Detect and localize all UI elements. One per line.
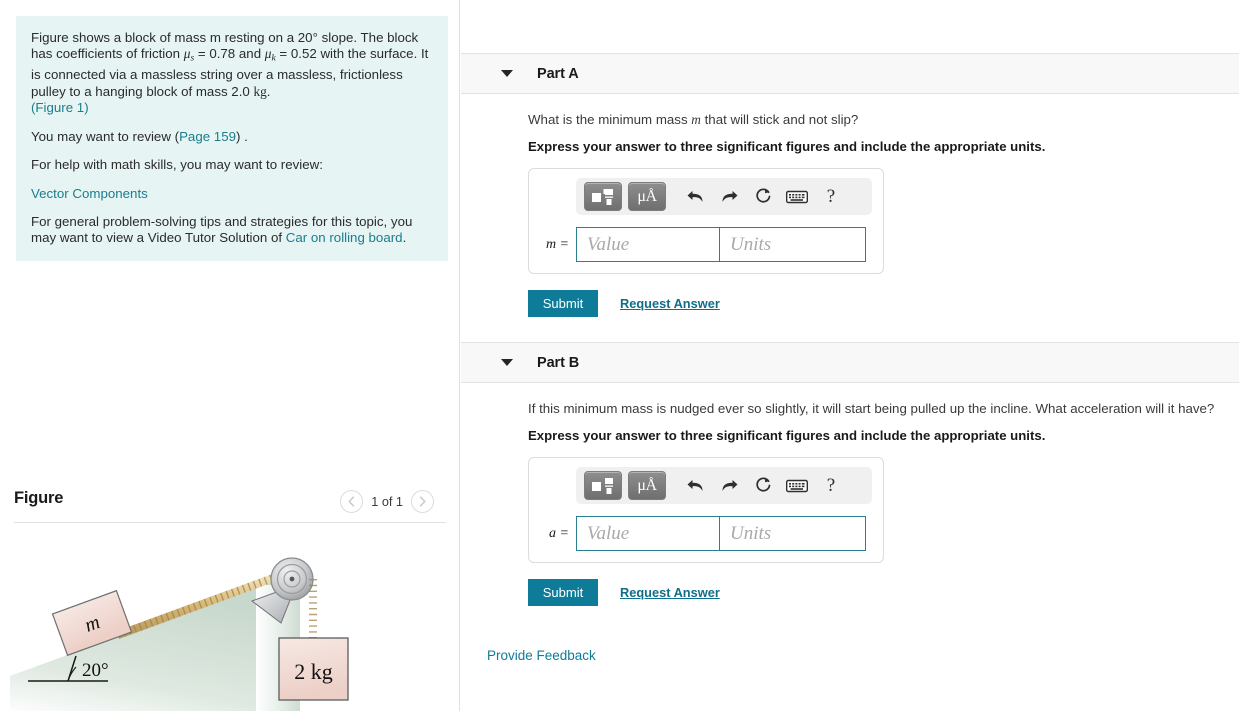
figure-title: Figure bbox=[14, 489, 64, 507]
figure-page-label: 1 of 1 bbox=[371, 494, 403, 509]
part-a-units-input[interactable] bbox=[720, 227, 866, 262]
math-template-icon[interactable] bbox=[584, 471, 622, 500]
part-b-submit-button[interactable]: Submit bbox=[528, 579, 598, 606]
part-a-question-variable: m bbox=[691, 112, 701, 127]
provide-feedback-link[interactable]: Provide Feedback bbox=[487, 648, 596, 663]
undo-arrow-icon[interactable] bbox=[680, 471, 710, 500]
incline-surface bbox=[10, 580, 272, 711]
reset-circle-icon[interactable] bbox=[748, 471, 778, 500]
pulley bbox=[270, 557, 314, 601]
part-b-answer-row: a = bbox=[539, 516, 873, 551]
redo-arrow-icon[interactable] bbox=[714, 182, 744, 211]
figure-diagram[interactable]: 20° m 2 kg bbox=[0, 523, 460, 711]
part-b-title: Part B bbox=[537, 354, 580, 371]
redo-arrow-icon[interactable] bbox=[714, 471, 744, 500]
mu-s-value-text: = 0.78 and bbox=[194, 46, 265, 62]
units-mu-angstrom-icon[interactable]: μÅ bbox=[628, 471, 666, 500]
part-a-instruction: Express your answer to three significant… bbox=[528, 139, 1046, 154]
math-skills-paragraph: For help with math skills, you may want … bbox=[31, 157, 323, 173]
figure-pager: 1 of 1 bbox=[340, 490, 434, 513]
part-b-answer-label: a = bbox=[549, 525, 569, 541]
reset-circle-icon[interactable] bbox=[748, 182, 778, 211]
part-a-header[interactable]: Part A bbox=[461, 53, 1239, 94]
part-b-units-input[interactable] bbox=[720, 516, 866, 551]
chevron-left-icon bbox=[347, 496, 356, 507]
part-a-question-post: that will stick and not slip? bbox=[700, 112, 859, 127]
kg-unit-label: kg bbox=[253, 83, 267, 99]
figure-header: Figure 1 of 1 bbox=[14, 486, 446, 520]
tips-paragraph: For general problem-solving tips and str… bbox=[31, 214, 432, 247]
undo-arrow-icon[interactable] bbox=[680, 182, 710, 211]
keyboard-icon[interactable] bbox=[782, 471, 812, 500]
tips-suffix-text: . bbox=[402, 230, 407, 246]
problem-text-part1: Figure shows a block of mass m resting o… bbox=[31, 30, 313, 45]
vector-components-link[interactable]: Vector Components bbox=[31, 186, 148, 201]
part-a-answer-label: m = bbox=[545, 236, 569, 252]
block-2kg: 2 kg bbox=[278, 637, 349, 701]
incline-pulley-diagram: 20° m 2 kg bbox=[10, 557, 349, 711]
problem-paragraph-main: Figure shows a block of mass m resting o… bbox=[31, 30, 432, 117]
part-a-submit-button[interactable]: Submit bbox=[528, 290, 598, 317]
part-a-actions: Submit Request Answer bbox=[528, 290, 1239, 317]
part-b-body: If this minimum mass is nudged ever so s… bbox=[461, 400, 1239, 606]
part-b-request-answer-link[interactable]: Request Answer bbox=[620, 585, 720, 600]
part-b-instruction: Express your answer to three significant… bbox=[528, 428, 1046, 443]
problem-text-end: . bbox=[266, 83, 271, 99]
help-question-icon[interactable]: ? bbox=[816, 471, 846, 500]
figure-section: Figure 1 of 1 20° m 2 kg bbox=[0, 486, 460, 711]
caret-down-icon[interactable] bbox=[501, 359, 513, 366]
part-a-section: Part A What is the minimum mass m that w… bbox=[461, 53, 1239, 317]
part-b-value-input[interactable] bbox=[576, 516, 720, 551]
part-a-request-answer-link[interactable]: Request Answer bbox=[620, 296, 720, 311]
review-suffix-text: ) . bbox=[236, 128, 248, 144]
part-b-answer-widget: μÅ ? a = Value Units bbox=[528, 457, 884, 563]
review-paragraph: You may want to review (Page 159) . bbox=[31, 129, 432, 145]
figure-next-button[interactable] bbox=[411, 490, 434, 513]
part-b-toolbar: μÅ ? bbox=[576, 467, 872, 504]
car-on-rolling-board-link[interactable]: Car on rolling board bbox=[286, 230, 403, 245]
caret-down-icon[interactable] bbox=[501, 70, 513, 77]
part-b-actions: Submit Request Answer bbox=[528, 579, 1239, 606]
pulley-axle bbox=[289, 576, 295, 582]
review-prefix-text: You may want to review ( bbox=[31, 128, 180, 144]
chevron-right-icon bbox=[418, 496, 427, 507]
part-b-header[interactable]: Part B bbox=[461, 342, 1239, 383]
part-a-value-input[interactable] bbox=[576, 227, 720, 262]
part-b-question: If this minimum mass is nudged ever so s… bbox=[528, 401, 1215, 416]
part-a-question: What is the minimum mass m that will sti… bbox=[528, 111, 1239, 128]
part-a-answer-row: m = bbox=[539, 227, 873, 262]
part-a-body: What is the minimum mass m that will sti… bbox=[461, 111, 1239, 317]
part-a-title: Part A bbox=[537, 65, 579, 82]
keyboard-icon[interactable] bbox=[782, 182, 812, 211]
right-panel: Part A What is the minimum mass m that w… bbox=[461, 0, 1239, 711]
part-a-question-pre: What is the minimum mass bbox=[528, 112, 692, 127]
vector-components-paragraph: Vector Components bbox=[31, 186, 432, 202]
part-b-section: Part B If this minimum mass is nudged ev… bbox=[461, 342, 1239, 606]
units-mu-angstrom-icon[interactable]: μÅ bbox=[628, 182, 666, 211]
figure-prev-button[interactable] bbox=[340, 490, 364, 513]
problem-statement-panel: Figure shows a block of mass m resting o… bbox=[16, 16, 448, 261]
block-2kg-label: 2 kg bbox=[294, 659, 333, 684]
part-a-toolbar: μÅ ? bbox=[576, 178, 872, 215]
page-root: Figure shows a block of mass m resting o… bbox=[0, 0, 1239, 711]
left-panel: Figure shows a block of mass m resting o… bbox=[0, 0, 460, 711]
math-template-icon[interactable] bbox=[584, 182, 622, 211]
page-159-link[interactable]: Page 159 bbox=[179, 129, 236, 144]
help-question-icon[interactable]: ? bbox=[816, 182, 846, 211]
part-a-answer-widget: μÅ ? m = Value Units bbox=[528, 168, 884, 274]
figure-1-link[interactable]: (Figure 1) bbox=[31, 100, 89, 115]
angle-label: 20° bbox=[82, 660, 109, 681]
